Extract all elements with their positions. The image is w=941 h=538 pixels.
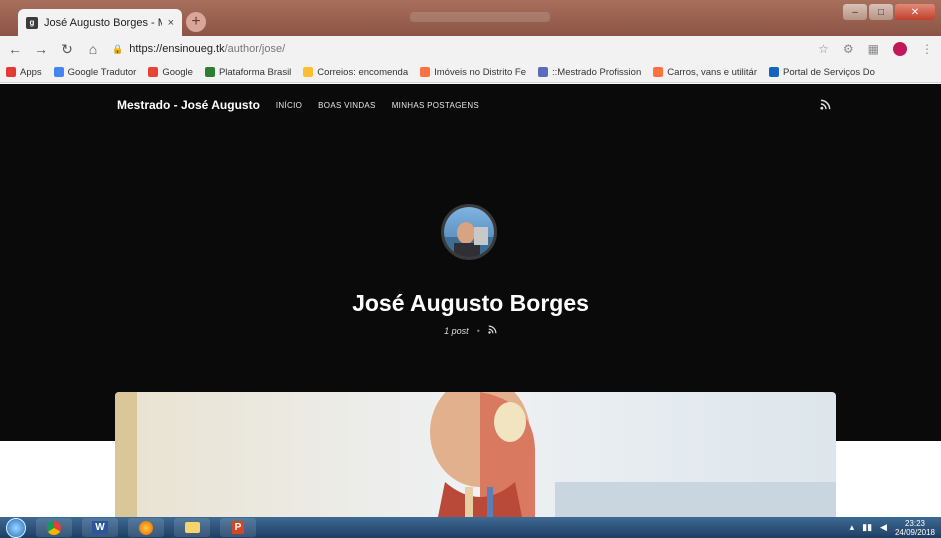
url-input[interactable]: 🔒 https://ensinoueg.tk/author/jose/	[112, 39, 806, 59]
imoveis-icon	[420, 67, 431, 77]
taskbar-word[interactable]: W	[82, 518, 118, 537]
nav-link-boas-vindas[interactable]: BOAS VINDAS	[318, 101, 376, 110]
extension-icon[interactable]: ▦	[868, 42, 879, 56]
bookmark-item[interactable]: Plataforma Brasil	[204, 67, 291, 78]
maximize-button[interactable]: □	[869, 4, 893, 20]
bookmark-item[interactable]: Imóveis no Distrito Fe	[420, 67, 526, 78]
post-count[interactable]: 1 post	[444, 326, 469, 336]
meta-separator: •	[476, 326, 480, 336]
chrome-icon	[47, 520, 61, 535]
site-title[interactable]: Mestrado - José Augusto	[117, 98, 260, 112]
windows-taskbar: W P ▴ ▮▮ ◀ 23:23 24/09/2018	[0, 517, 941, 538]
bookmark-item[interactable]: ::Mestrado Profission	[538, 67, 641, 78]
word-icon: W	[92, 521, 108, 534]
taskbar-powerpoint[interactable]: P	[220, 518, 256, 537]
home-icon[interactable]: ⌂	[86, 41, 100, 57]
tray-expand-icon[interactable]: ▴	[850, 522, 855, 533]
page-content: Mestrado - José Augusto INÍCIO BOAS VIND…	[0, 84, 941, 517]
author-hero: Mestrado - José Augusto INÍCIO BOAS VIND…	[0, 84, 941, 441]
bookmarks-bar: Apps Google Tradutor Google Plataforma B…	[0, 62, 941, 83]
portal-icon	[769, 67, 779, 77]
apps-grid-icon	[6, 67, 16, 77]
window-titlebar: g José Augusto Borges - Mestrado × + – □…	[0, 0, 941, 36]
clock-date: 24/09/2018	[894, 527, 935, 537]
system-tray: ▴ ▮▮ ◀ 23:23 24/09/2018	[850, 519, 935, 537]
firefox-icon	[139, 520, 153, 535]
close-window-button[interactable]: ✕	[895, 4, 935, 20]
new-tab-button[interactable]: +	[186, 12, 206, 32]
url-host: https://ensinoueg.tk	[129, 43, 225, 55]
bookmark-item[interactable]: Carros, vans e utilitár	[653, 67, 757, 78]
author-avatar	[441, 204, 497, 260]
reload-icon[interactable]: ↻	[60, 41, 74, 58]
nav-link-minhas-postagens[interactable]: MINHAS POSTAGENS	[392, 101, 479, 110]
plataforma-icon	[204, 67, 215, 77]
volume-icon[interactable]: ◀	[880, 522, 887, 533]
back-icon[interactable]: ←	[8, 41, 22, 57]
translate-icon	[53, 67, 64, 77]
author-name: José Augusto Borges	[352, 290, 589, 316]
address-bar: ← → ↻ ⌂ 🔒 https://ensinoueg.tk/author/jo…	[0, 36, 941, 62]
url-path: /author/jose/	[224, 43, 286, 55]
bookmark-item[interactable]: Google	[148, 67, 193, 78]
correios-icon	[303, 67, 314, 77]
rss-icon[interactable]	[820, 99, 831, 113]
extension-icons: ☆ ⚙ ▦ ⋮	[818, 42, 933, 56]
clock[interactable]: 23:23 24/09/2018	[895, 519, 935, 537]
browser-tab[interactable]: g José Augusto Borges - Mestrado ×	[18, 9, 182, 36]
menu-icon[interactable]: ⋮	[921, 42, 933, 56]
post-feature-image[interactable]	[115, 392, 836, 517]
minimize-button[interactable]: –	[843, 4, 867, 20]
ghost-favicon-icon: g	[26, 16, 38, 29]
bookmark-item[interactable]: Portal de Serviços Do	[769, 67, 875, 78]
taskbar-chrome[interactable]	[36, 518, 72, 537]
site-nav: Mestrado - José Augusto INÍCIO BOAS VIND…	[117, 98, 479, 112]
clock-time: 23:23	[904, 518, 925, 528]
window-controls: – □ ✕	[843, 4, 935, 20]
mestrado-icon	[538, 67, 548, 77]
extension-icon[interactable]: ⚙	[843, 42, 854, 56]
tab-close-icon[interactable]: ×	[168, 17, 174, 29]
bookmark-item[interactable]: Google Tradutor	[53, 67, 136, 78]
network-icon[interactable]: ▮▮	[862, 522, 872, 533]
google-icon	[148, 67, 159, 77]
tab-title: José Augusto Borges - Mestrado	[44, 16, 162, 29]
taskbar-firefox[interactable]	[128, 518, 164, 537]
forward-icon[interactable]: →	[34, 41, 48, 57]
bookmark-item[interactable]: Correios: encomenda	[303, 67, 408, 78]
nav-link-inicio[interactable]: INÍCIO	[276, 101, 302, 110]
author-rss-icon[interactable]	[488, 325, 497, 337]
profile-avatar[interactable]	[893, 42, 907, 56]
powerpoint-icon: P	[231, 521, 245, 534]
start-button[interactable]	[6, 517, 26, 538]
lock-icon: 🔒	[112, 43, 124, 54]
window-title-blur	[410, 12, 550, 22]
star-icon[interactable]: ☆	[818, 42, 829, 56]
carros-icon	[653, 67, 664, 77]
taskbar-explorer[interactable]	[174, 518, 210, 537]
bookmark-item[interactable]: Apps	[6, 67, 42, 78]
folder-icon	[184, 522, 200, 533]
author-meta: 1 post •	[0, 325, 941, 337]
